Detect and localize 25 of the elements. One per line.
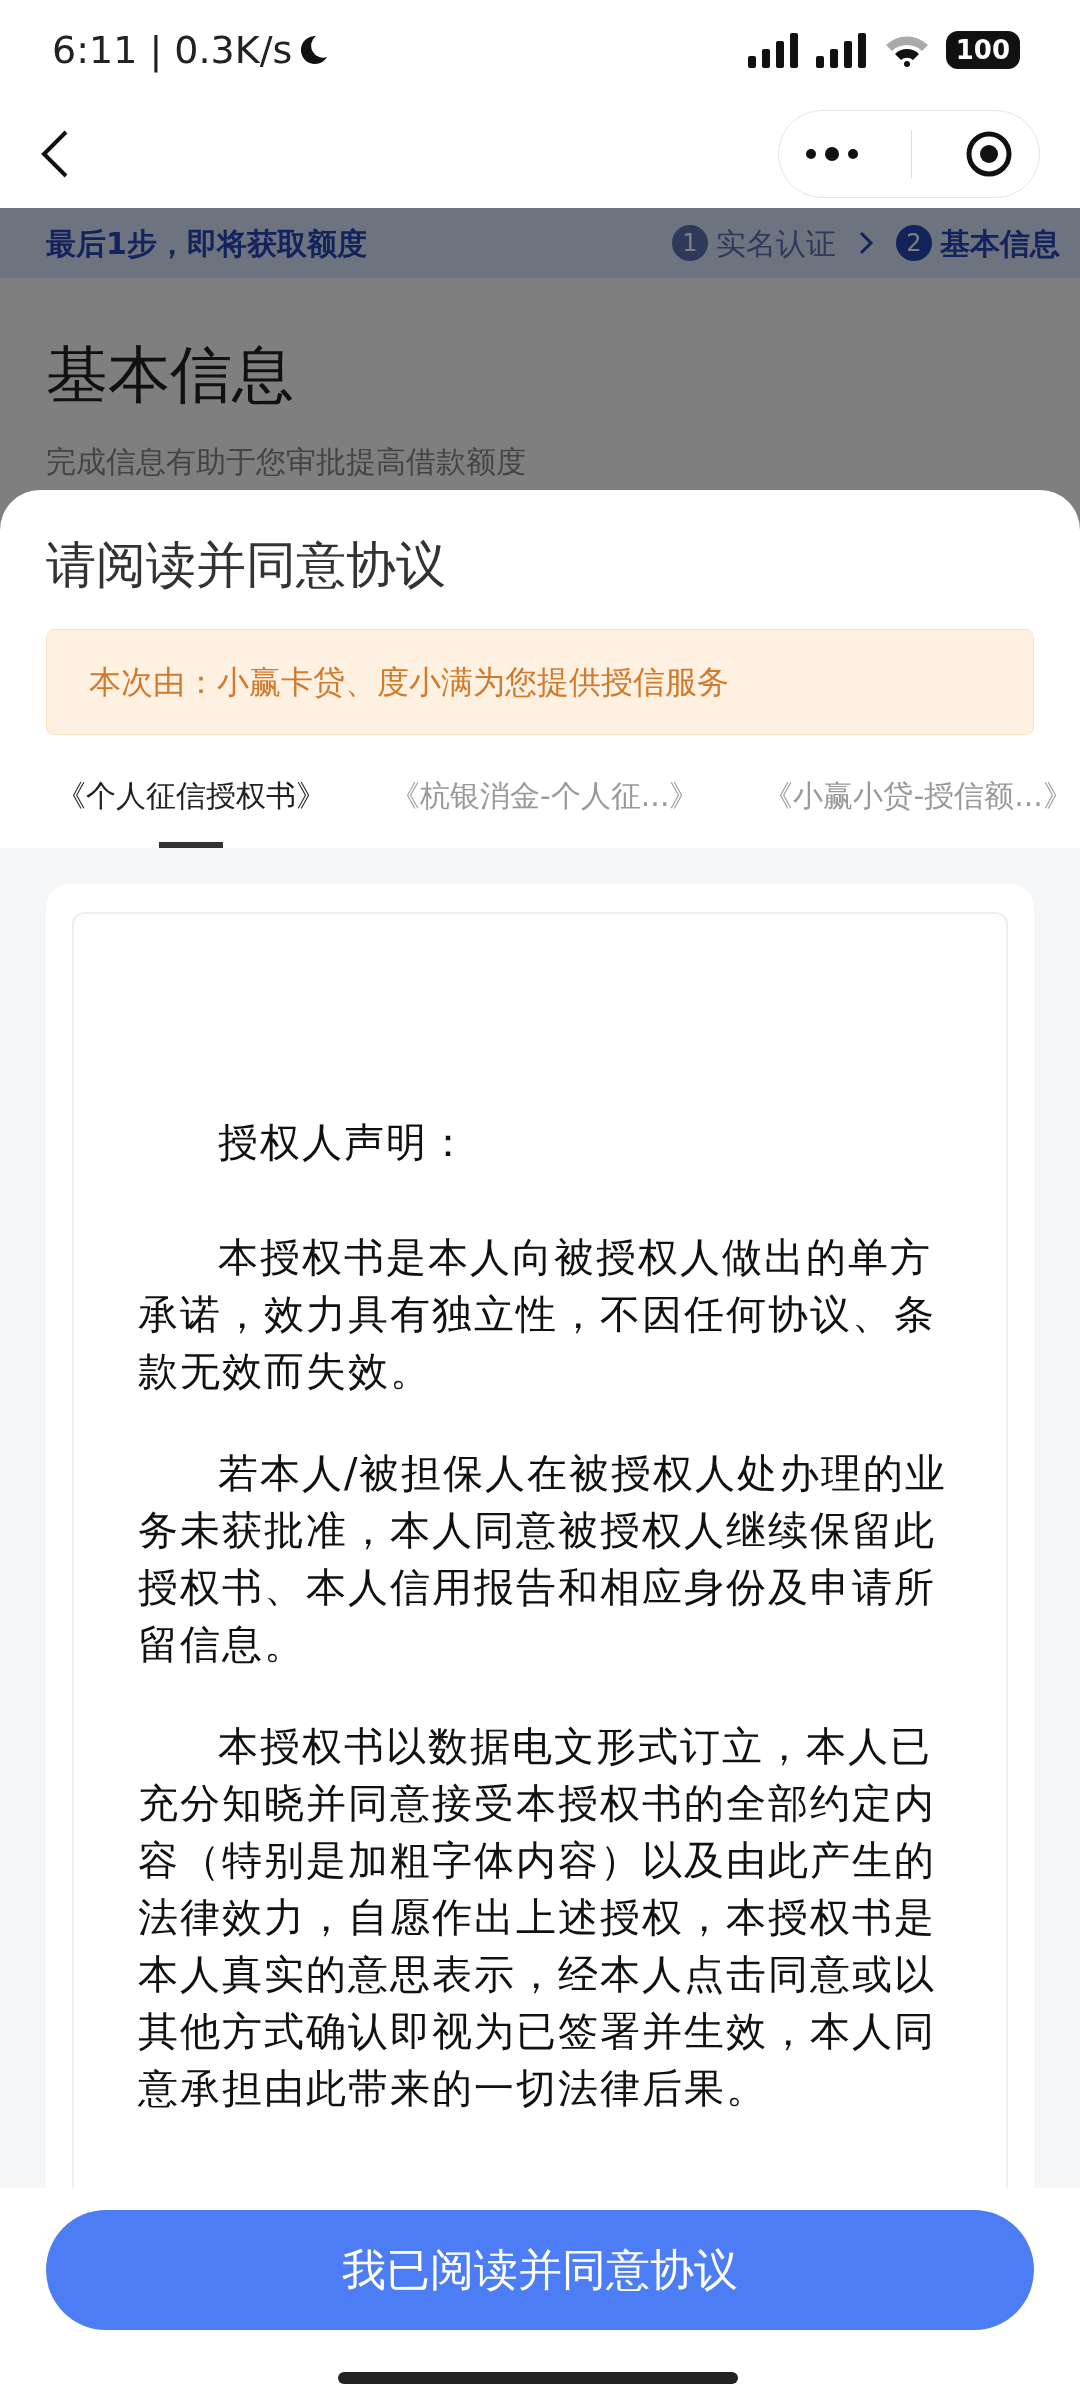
banner-message: 最后1步，即将获取额度 [46,224,367,263]
agreement-tab[interactable]: 《杭银消金-个人征...》 [378,765,712,848]
provider-notice: 本次由：小赢卡贷、度小满为您提供授信服务 [46,629,1034,735]
page-subtitle: 完成信息有助于您审批提高借款额度 [45,443,527,481]
signal-icon [747,32,800,68]
chevron-icon [858,230,874,256]
signal-icon [815,32,868,68]
page-title: 基本信息 [45,337,295,413]
step-number: 2 [896,225,932,261]
document-paragraph: 本授权书以数据电文形式订立，本人已充分知晓并同意接受本授权书的全部约定内容（特别是加粗字体内容）以及由此产生的法律效力，自愿作出上述授权，本授权书是本人真实的意思表示，经本人点击同意或以其他方式确认即视为已签署并生效，本人同意承担由此带来的一切法律后果。 [138,1722,937,2113]
status-time: 6:11 | 0.3K/s [52,26,293,75]
back-icon[interactable] [40,129,70,179]
document-heading: 授权人声明： [217,1118,471,1167]
sheet-title: 请阅读并同意协议 [45,535,447,596]
battery-indicator: 100 [945,31,1020,69]
step-number: 1 [672,225,708,261]
step-label: 基本信息 [940,224,1060,263]
target-icon[interactable] [964,130,1013,178]
agreement-tab[interactable]: 《小赢小贷-授信额...》 [751,765,1080,848]
more-icon[interactable] [805,146,860,162]
agree-button[interactable]: 我已阅读并同意协议 [46,2210,1034,2330]
document-paragraph: 若本人/被担保人在被授权人处办理的业务未获批准，本人同意被授权人继续保留此授权书、本人信用报告和相应身份及申请所留信息。 [138,1449,949,1669]
step-label: 实名认证 [716,224,836,263]
document-paragraph: 本授权书是本人向被授权人做出的单方承诺，效力具有独立性，不因任何协议、条款无效而失效。 [138,1233,937,1396]
agreement-tab[interactable]: 《个人征信授权书》 [44,765,338,848]
